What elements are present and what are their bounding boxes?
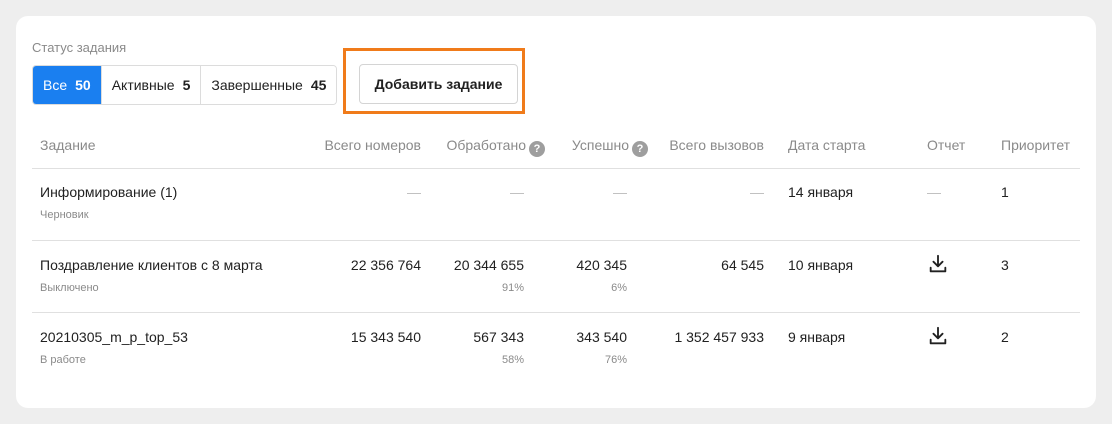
column-header-success[interactable]: Успешно? <box>572 137 648 157</box>
priority-value: 1 <box>1001 184 1009 200</box>
row-divider <box>32 240 1080 241</box>
priority-value: 2 <box>1001 329 1009 345</box>
success-value: — <box>613 184 627 200</box>
processed-value: 567 343 <box>473 329 524 345</box>
add-task-button[interactable]: Добавить задание <box>359 64 518 104</box>
processed-percent: 58% <box>501 354 524 366</box>
task-name[interactable]: Информирование (1) <box>40 184 177 200</box>
task-status: Выключено <box>40 282 99 294</box>
total-numbers: 15 343 540 <box>350 329 421 345</box>
column-header-start-date[interactable]: Дата старта <box>788 137 865 153</box>
total-calls: 1 352 457 933 <box>674 329 764 345</box>
row-divider <box>32 312 1080 313</box>
priority-value: 3 <box>1001 257 1009 273</box>
filter-completed-label: Завершенные <box>211 77 303 93</box>
processed-value: 20 344 655 <box>453 257 524 273</box>
filter-all-label: Все <box>43 77 68 93</box>
success-value: 420 345 <box>576 257 627 273</box>
total-calls: 64 545 <box>721 257 764 273</box>
filter-active-label: Активные <box>111 77 175 93</box>
column-header-processed-label: Обработано <box>446 137 526 153</box>
column-header-report: Отчет <box>927 137 966 153</box>
processed-help-icon[interactable]: ? <box>529 141 545 157</box>
column-header-processed[interactable]: Обработано? <box>446 137 545 157</box>
filter-all-count: 50 <box>75 77 91 93</box>
total-calls: — <box>750 184 764 200</box>
column-header-total-numbers[interactable]: Всего номеров <box>324 137 421 153</box>
column-header-success-label: Успешно <box>571 137 629 153</box>
success-help-icon[interactable]: ? <box>632 141 648 157</box>
task-name[interactable]: 20210305_m_p_top_53 <box>40 329 188 345</box>
total-numbers: — <box>407 184 421 200</box>
column-header-total-calls[interactable]: Всего вызовов <box>669 137 764 153</box>
download-icon[interactable] <box>927 253 949 275</box>
report-empty: — <box>927 184 941 200</box>
success-percent: 6% <box>611 282 627 294</box>
success-value: 343 540 <box>576 329 627 345</box>
column-header-priority[interactable]: Приоритет <box>1001 137 1070 153</box>
filter-completed-count: 45 <box>310 77 327 93</box>
tasks-card: Статус задания Все 50 Активные 5 Заверше… <box>16 16 1096 408</box>
start-date: 14 января <box>788 184 854 200</box>
status-filter-group: Все 50 Активные 5 Завершенные 45 <box>32 65 338 105</box>
start-date: 10 января <box>788 257 854 273</box>
column-header-task[interactable]: Задание <box>40 137 96 153</box>
filter-all[interactable]: Все 50 <box>33 66 102 104</box>
header-divider <box>32 168 1080 169</box>
task-status: Черновик <box>40 209 89 221</box>
filter-active-count: 5 <box>182 77 191 93</box>
processed-value: — <box>510 184 524 200</box>
task-status: В работе <box>40 354 86 366</box>
filter-completed[interactable]: Завершенные 45 <box>201 66 337 104</box>
total-numbers: 22 356 764 <box>350 257 421 273</box>
filter-active[interactable]: Активные 5 <box>101 66 202 104</box>
start-date: 9 января <box>788 329 846 345</box>
download-icon[interactable] <box>927 325 949 347</box>
status-filter-label: Статус задания <box>32 40 127 55</box>
task-name[interactable]: Поздравление клиентов с 8 марта <box>40 257 263 273</box>
processed-percent: 91% <box>501 282 524 294</box>
success-percent: 76% <box>604 354 627 366</box>
